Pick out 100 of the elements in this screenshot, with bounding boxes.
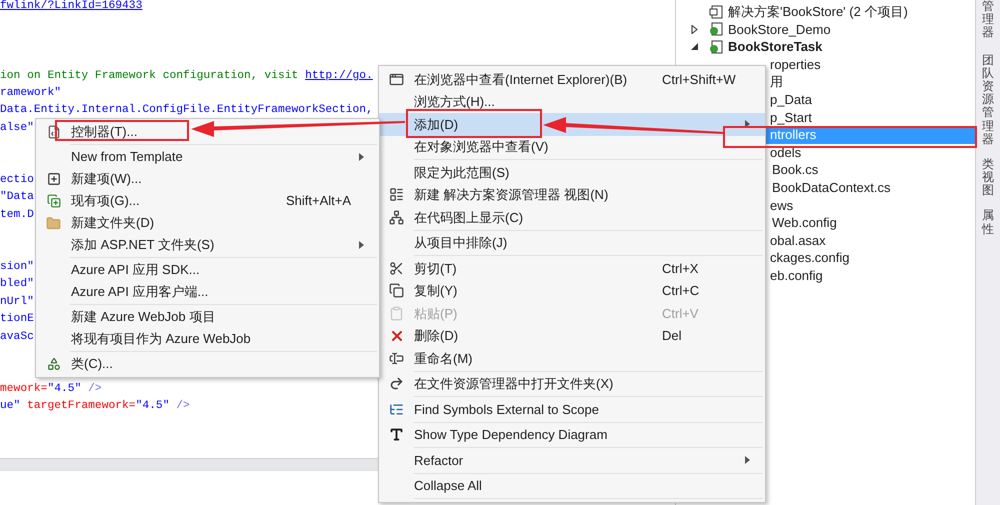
shortcut-label: Shift+Alt+A (286, 192, 352, 210)
menu-item-label: 浏览方式(H)... (414, 93, 495, 111)
code-text: ramework" (0, 87, 62, 99)
code-link[interactable]: fwlink/?LinkId=169433 (0, 0, 142, 12)
menu-item[interactable]: 浏览方式(H)... (379, 90, 765, 113)
menu-item[interactable]: Collapse All (379, 474, 765, 497)
curved-arrow-icon (389, 376, 404, 392)
code-text: ion on Entity Framework configuration, visit (0, 70, 300, 82)
menu-item[interactable]: 重命名(M) (379, 347, 765, 370)
shortcut-label: Ctrl+V (662, 304, 698, 322)
menu-item[interactable]: Find Symbols External to Scope (379, 398, 765, 420)
expanded-arrow-icon[interactable] (690, 42, 699, 52)
menu-item[interactable]: 控制器(T)... (36, 121, 379, 143)
shortcut-label: Del (662, 327, 682, 345)
menu-item[interactable]: 新建 解决方案资源管理器 视图(N) (379, 184, 765, 206)
menu-item[interactable]: 添加 ASP.NET 文件夹(S) (36, 234, 379, 256)
code-text: ue" (0, 400, 20, 412)
tree-item[interactable]: BookStore_Demo (676, 20, 975, 38)
menu-item-label: 将现有项目作为 Azure WebJob (71, 330, 251, 348)
menu-item-label: Azure API 应用客户端... (71, 283, 208, 302)
code-text: nUrl" (0, 296, 34, 308)
tree-item-label: Book.cs (772, 161, 818, 180)
code-text: bled" (0, 278, 34, 290)
menu-item[interactable]: 在文件资源管理器中打开文件夹(X) (379, 372, 765, 395)
menu-item[interactable]: 类(C)... (36, 353, 379, 375)
menu-item-label: 在代码图上显示(C) (414, 208, 524, 227)
submenu-caret-icon (359, 241, 364, 249)
tree-item[interactable]: 解决方案'BookStore' (2 个项目) (676, 3, 975, 21)
class-icon (46, 357, 60, 371)
menu-item-label: 控制器(T)... (71, 123, 138, 142)
tree-item-label: p_Start (770, 108, 812, 127)
tree-item-label: ckages.config (770, 249, 850, 268)
code-text: alse" (0, 122, 34, 134)
menu-item-label: Find Symbols External to Scope (414, 400, 599, 419)
side-tab[interactable]: 类视图 (982, 158, 994, 198)
code-text: tionE (0, 313, 34, 326)
menu-item[interactable]: 在浏览器中查看(Internet Explorer)(B) Ctrl+Shift+W (379, 68, 765, 90)
tree-item[interactable]: BookStoreTask (676, 38, 975, 56)
tree-item-label: BookStore_Demo (728, 20, 831, 39)
submenu-caret-icon (359, 153, 364, 161)
clipboard-icon (389, 306, 404, 321)
menu-item[interactable]: 限定为此范围(S) (379, 161, 765, 184)
menu-item[interactable]: 新建文件夹(D) (36, 212, 379, 234)
code-text: "4.5" (47, 382, 82, 395)
scissors-icon (389, 260, 404, 276)
menu-item[interactable]: 剪切(T) Ctrl+X (379, 257, 765, 280)
tree-item-label: BookDataContext.cs (772, 178, 891, 197)
menu-item[interactable]: Azure API 应用客户端... (36, 281, 379, 303)
menu-item[interactable]: 新建 Azure WebJob 项目 (36, 306, 379, 328)
letter-t-icon (389, 427, 404, 442)
menu-item[interactable]: 新建项(W)... (36, 168, 379, 190)
menu-item[interactable]: 将现有项目作为 Azure WebJob (36, 328, 379, 350)
menu-item-label: 新建 Azure WebJob 项目 (71, 308, 216, 326)
menu-item-label: 从项目中排除(J) (414, 234, 508, 252)
menu-item[interactable]: Azure API 应用 SDK... (36, 259, 379, 281)
web-project-icon (709, 40, 723, 54)
shortcut-label: Ctrl+C (662, 282, 700, 300)
web-project-icon (709, 22, 723, 36)
tree-item-label: roperties (770, 56, 821, 74)
solution-icon (709, 4, 723, 19)
submenu-caret-icon (745, 456, 750, 464)
shortcut-label: Ctrl+Shift+W (662, 70, 736, 88)
menu-item-label: 重命名(M) (414, 350, 472, 368)
menu-item[interactable]: 现有项(G)... Shift+Alt+A (36, 190, 379, 212)
side-tab[interactable]: 团队资源管理器 (982, 54, 994, 146)
tree-item-label: ntrollers (770, 126, 816, 144)
side-tab[interactable]: 管理器 (982, 0, 994, 40)
code-text: /> (87, 382, 102, 395)
side-tab[interactable]: 属性 (982, 209, 994, 236)
menu-item-label: 在浏览器中查看(Internet Explorer)(B) (414, 70, 628, 89)
menu-item-label: Show Type Dependency Diagram (414, 426, 608, 444)
menu-item[interactable]: 在代码图上显示(C) (379, 206, 765, 228)
menu-item-label: 新建 解决方案资源管理器 视图(N) (414, 186, 608, 204)
code-text: Data.Entity.Internal.ConfigFile.EntityFrameworkSection, (0, 104, 373, 116)
menu-item-label: 类(C)... (71, 355, 113, 374)
code-text: ectio (0, 174, 34, 186)
collapsed-arrow-icon[interactable] (690, 24, 699, 34)
rename-icon (389, 350, 404, 366)
code-link[interactable]: http://go. (305, 70, 373, 82)
menu-item[interactable]: 删除(D) Del (379, 324, 765, 347)
tree-item-label: Web.config (772, 214, 837, 232)
menu-item-label: 新建文件夹(D) (71, 214, 154, 232)
menu-item[interactable]: 复制(Y) Ctrl+C (379, 280, 765, 302)
menu-item[interactable]: Refactor (379, 449, 765, 472)
menu-item-label: 粘贴(P) (414, 304, 458, 323)
menu-item[interactable]: Show Type Dependency Diagram (379, 424, 765, 446)
menu-item[interactable]: 从项目中排除(J) (379, 232, 765, 254)
new-item-icon (46, 172, 60, 186)
code-text: sion" (0, 261, 34, 273)
menu-item-label: 新建项(W)... (71, 170, 142, 188)
code-text: avaSc (0, 330, 34, 343)
menu-item[interactable]: New from Template (36, 146, 379, 168)
menu-item-label: New from Template (71, 148, 183, 166)
submenu-caret-icon (745, 120, 750, 128)
add-existing-icon (46, 194, 60, 208)
code-text: "Data (0, 191, 34, 204)
browser-window-icon (389, 72, 404, 87)
code-text: "4.5" (136, 400, 170, 412)
symbol-list-icon (389, 402, 404, 417)
menu-item-label: 剪切(T) (414, 260, 457, 278)
